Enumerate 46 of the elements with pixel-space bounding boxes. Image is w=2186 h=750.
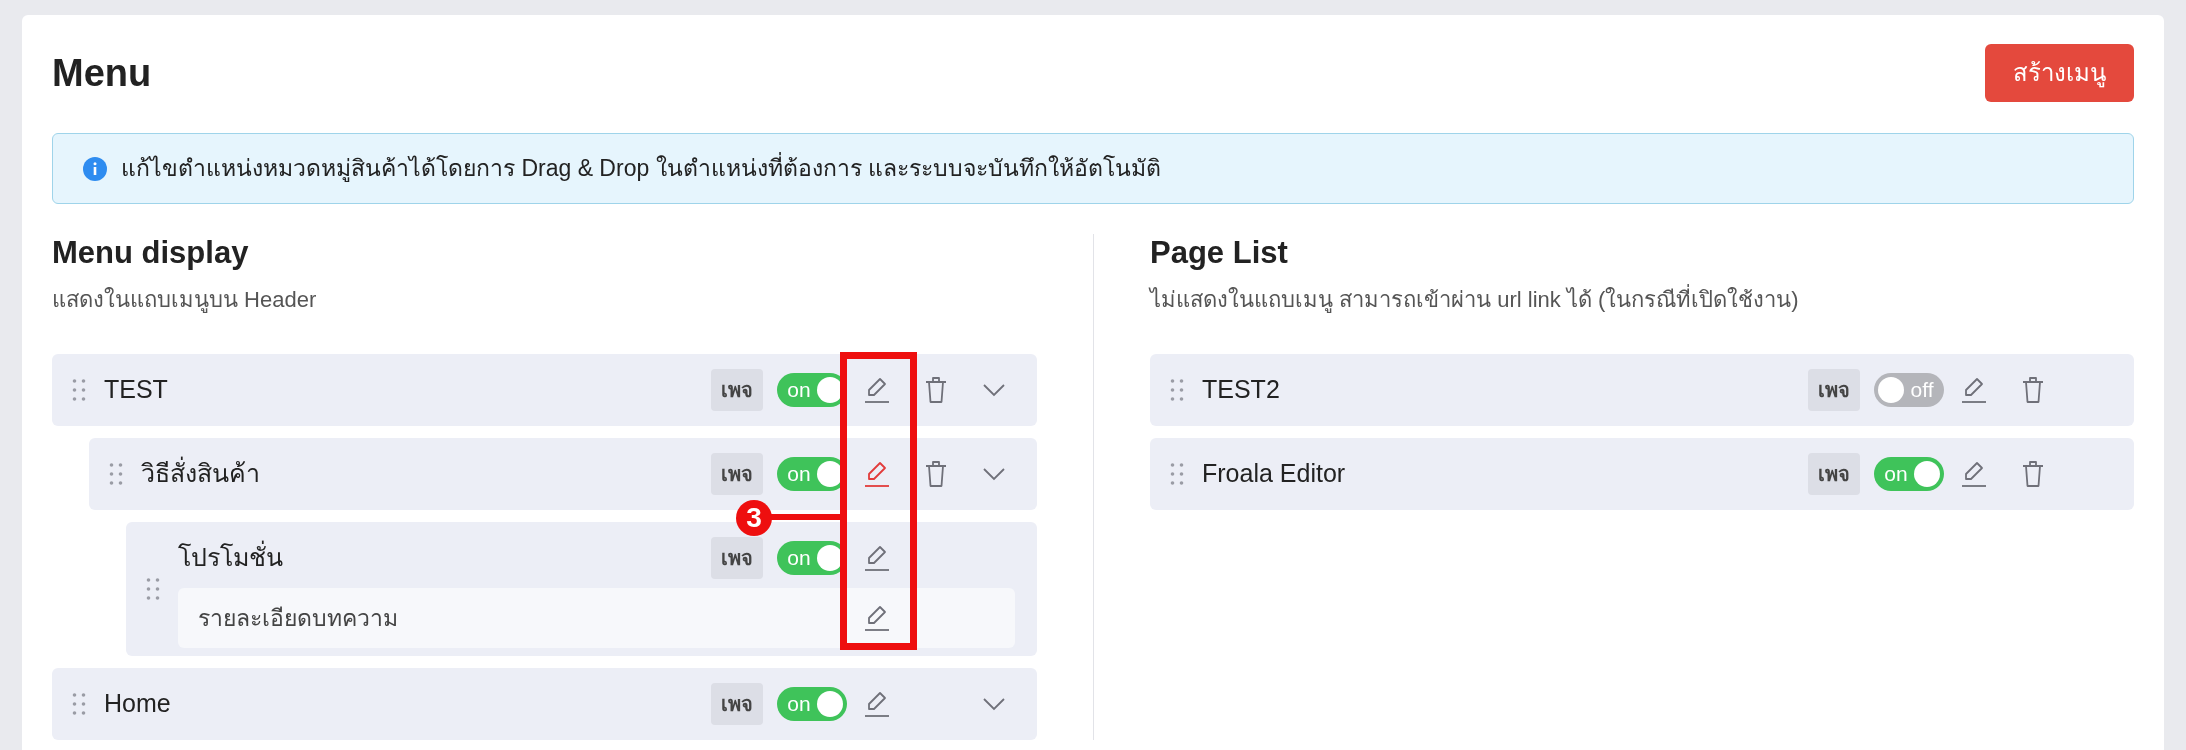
section-subtitle: ไม่แสดงในแถบเมนู สามารถเข้าผ่าน url link ได้ (ในกรณีที่เปิดใช้งาน)	[1150, 283, 1800, 315]
delete-icon[interactable]	[924, 375, 948, 404]
menu-item-label: Home	[104, 688, 172, 719]
page-badge: เพจ	[711, 536, 763, 579]
chevron-down-icon[interactable]	[982, 382, 1006, 397]
menu-row[interactable]: Home เพจ on	[52, 667, 1037, 740]
chevron-down-icon[interactable]	[982, 466, 1006, 481]
page-badge: เพจ	[711, 682, 763, 725]
page-badge: เพจ	[1808, 368, 1860, 411]
drag-handle-icon[interactable]	[1170, 461, 1184, 486]
edit-icon[interactable]	[864, 689, 890, 718]
page-badge: เพจ	[1808, 452, 1860, 495]
menu-row[interactable]: TEST2 เพจ off	[1150, 353, 2134, 426]
menu-item-label: วิธีสั่งสินค้า	[141, 455, 711, 493]
drag-handle-icon[interactable]	[72, 377, 86, 402]
section-subtitle: แสดงในแถบเมนูบน Header	[52, 285, 318, 315]
section-title: Page List	[1150, 234, 1289, 272]
page-badge: เพจ	[711, 368, 763, 411]
menu-item-label: TEST	[104, 374, 169, 405]
menu-item-label: โปรโมชั่น	[178, 539, 711, 577]
drag-handle-icon[interactable]	[1170, 377, 1184, 402]
edit-icon[interactable]	[1961, 375, 1987, 404]
edit-icon[interactable]	[1961, 459, 1987, 488]
delete-icon[interactable]	[2021, 459, 2045, 488]
chevron-down-icon[interactable]	[982, 696, 1006, 711]
info-text: แก้ไขตำแหน่งหมวดหมู่สินค้าได้โดยการ Drag & Drop ในตำแหน่งที่ต้องการ และระบบจะบันทึกให้อัตโนมัติ	[121, 151, 1161, 186]
section-title: Menu display	[52, 234, 250, 272]
menu-item-label: TEST2	[1202, 374, 1281, 405]
article-row[interactable]: รายละเอียดบทความ	[178, 587, 1015, 648]
menu-row[interactable]: Froala Editor เพจ on	[1150, 437, 2134, 510]
edit-icon[interactable]	[864, 543, 890, 572]
drag-handle-icon[interactable]	[109, 461, 123, 486]
page-title: Menu	[52, 50, 152, 96]
page-badge: เพจ	[711, 452, 763, 495]
edit-icon[interactable]	[864, 603, 890, 632]
drag-handle-icon[interactable]	[146, 576, 160, 601]
info-icon	[83, 156, 107, 181]
menu-item-label: Froala Editor	[1202, 458, 1347, 489]
drag-handle-icon[interactable]	[72, 691, 86, 716]
edit-icon[interactable]	[864, 375, 890, 404]
menu-row[interactable]: TEST เพจ on	[52, 353, 1037, 426]
article-label: รายละเอียดบทความ	[198, 603, 399, 633]
delete-icon[interactable]	[924, 459, 948, 488]
edit-icon[interactable]	[864, 459, 890, 488]
create-menu-button[interactable]: สร้างเมนู	[1985, 44, 2134, 102]
delete-icon[interactable]	[2021, 375, 2045, 404]
